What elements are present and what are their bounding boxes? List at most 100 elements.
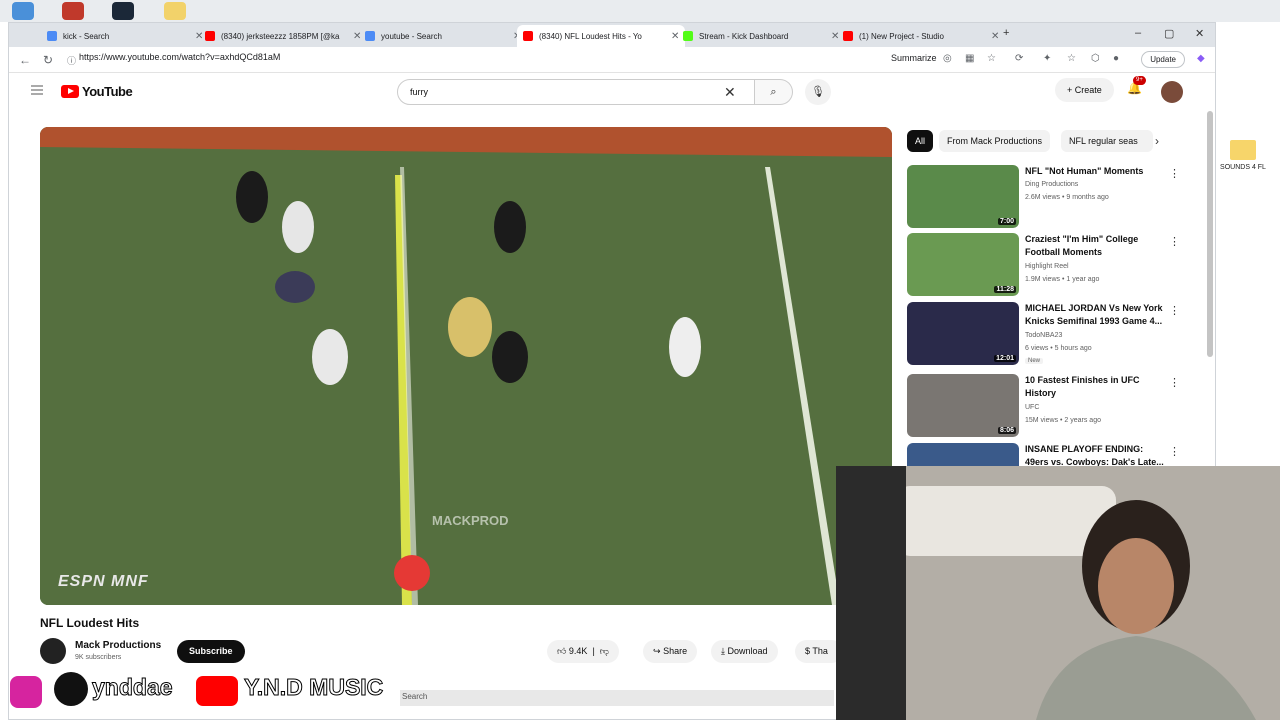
recommendation-item[interactable]: 7:00 NFL "Not Human" Moments Ding Produc…	[907, 165, 1207, 229]
more-options-icon[interactable]: ⋮	[1169, 445, 1180, 458]
voice-search-button[interactable]: 🎙	[805, 79, 831, 105]
like-button[interactable]: 👍︎ 9.4K | 👎︎	[547, 640, 619, 663]
rec-title[interactable]: 10 Fastest Finishes in UFC History	[1025, 374, 1165, 400]
chip-nfl-regular-season[interactable]: NFL regular seas	[1061, 130, 1153, 152]
search-input[interactable]: furry ✕	[397, 79, 755, 105]
thumbs-down-icon[interactable]: 👎︎	[600, 646, 609, 656]
tab-label: (1) New Project - Studio	[859, 31, 944, 41]
studio-favicon-icon	[843, 31, 853, 41]
rec-title[interactable]: Craziest "I'm Him" College Football Mome…	[1025, 233, 1165, 259]
menu-icon[interactable]	[31, 85, 43, 95]
new-badge: New	[1025, 358, 1044, 364]
desktop-folder-label: SOUNDS 4 FL	[1220, 164, 1266, 171]
create-button[interactable]: + Create	[1055, 78, 1114, 102]
download-button[interactable]: ⤓ Download	[711, 640, 778, 663]
tab-label: kick - Search	[63, 31, 110, 41]
mic-icon: 🎙	[811, 86, 825, 98]
desktop-app-icon[interactable]	[62, 2, 84, 20]
clear-search-icon[interactable]: ✕	[724, 84, 736, 101]
share-button[interactable]: ↪ Share	[643, 640, 698, 663]
recommendation-item[interactable]: 12:01 MICHAEL JORDAN Vs New York Knicks …	[907, 302, 1207, 366]
rec-channel[interactable]: Ding Productions	[1025, 181, 1078, 188]
tab-youtube-search[interactable]: youtube - Search ✕	[359, 25, 527, 47]
rec-channel[interactable]: TodoNBA23	[1025, 332, 1062, 339]
rec-channel[interactable]: UFC	[1025, 404, 1039, 411]
video-thumbnail[interactable]: 8:06	[907, 374, 1019, 437]
youtube-favicon-icon	[205, 31, 215, 41]
tab-jerksteezzz[interactable]: (8340) jerksteezzz 1858PM [@ka ✕	[199, 25, 367, 47]
video-thumbnail[interactable]: 7:00	[907, 165, 1019, 228]
channel-name[interactable]: Mack Productions	[75, 640, 161, 651]
recommendation-item[interactable]: 8:06 10 Fastest Finishes in UFC History …	[907, 374, 1207, 438]
duration-badge: 8:06	[997, 427, 1016, 434]
profile-icon[interactable]: ●	[1113, 53, 1119, 64]
tab-new-project-studio[interactable]: (1) New Project - Studio ✕	[837, 25, 1005, 47]
collections-icon[interactable]: ⬡	[1091, 53, 1100, 64]
rec-channel[interactable]: Highlight Reel	[1025, 263, 1069, 270]
new-tab-icon[interactable]: +	[1003, 27, 1009, 39]
recommendation-item[interactable]: 11:28 Craziest "I'm Him" College Footbal…	[907, 233, 1207, 297]
summarize-button[interactable]: Summarize	[891, 53, 937, 63]
maximize-icon[interactable]: ▢	[1164, 27, 1174, 40]
chip-from-channel[interactable]: From Mack Productions	[939, 130, 1051, 152]
rec-meta: 6 views • 5 hours ago	[1025, 345, 1092, 352]
chip-all[interactable]: All	[907, 130, 934, 152]
desktop-app-icon[interactable]	[12, 2, 34, 20]
account-avatar[interactable]	[1161, 81, 1183, 103]
chevron-right-icon[interactable]: ›	[1155, 134, 1159, 148]
tab-kick-dashboard[interactable]: Stream - Kick Dashboard ✕	[677, 25, 845, 47]
video-thumbnail[interactable]: 11:28	[907, 233, 1019, 296]
subscriber-count: 9K subscribers	[75, 654, 122, 661]
tab-strip: kick - Search ✕ (8340) jerksteezzz 1858P…	[9, 23, 1215, 47]
youtube-logo-icon[interactable]	[61, 85, 79, 98]
address-bar: ← ↻ ⓘ https://www.youtube.com/watch?v=ax…	[9, 47, 1215, 73]
video-frame	[40, 127, 892, 605]
favorites-icon[interactable]: ☆	[1067, 53, 1076, 64]
pylon-marker	[394, 555, 430, 591]
tab-kick-search[interactable]: kick - Search ✕	[41, 25, 209, 47]
apps-icon[interactable]: ▦	[965, 53, 974, 64]
back-icon[interactable]: ←	[19, 53, 31, 67]
webcam-overlay	[836, 466, 1280, 720]
refresh-ext-icon[interactable]: ⟳	[1015, 53, 1023, 64]
youtube-logo-text[interactable]: YouTube	[82, 84, 133, 99]
share-label: Share	[663, 646, 688, 656]
more-options-icon[interactable]: ⋮	[1169, 376, 1180, 389]
more-options-icon[interactable]: ⋮	[1169, 235, 1180, 248]
video-thumbnail[interactable]: 12:01	[907, 302, 1019, 365]
translate-icon[interactable]: ◎	[943, 53, 952, 64]
taskbar: Search	[400, 690, 834, 706]
taskbar-search[interactable]: Search	[402, 692, 427, 701]
search-favicon-icon	[365, 31, 375, 41]
bookmark-star-icon[interactable]: ☆	[987, 53, 996, 64]
page-scrollbar[interactable]	[1207, 111, 1213, 357]
rec-meta: 1.9M views • 1 year ago	[1025, 276, 1100, 283]
update-button[interactable]: Update	[1141, 51, 1185, 68]
url-field[interactable]: https://www.youtube.com/watch?v=axhdQCd8…	[79, 52, 280, 62]
extensions-icon[interactable]: ✦	[1043, 53, 1051, 64]
channel-avatar[interactable]	[40, 638, 66, 664]
video-title: NFL Loudest Hits	[40, 616, 140, 630]
duration-badge: 11:28	[994, 286, 1016, 293]
duration-badge: 7:00	[997, 218, 1016, 225]
desktop-folder[interactable]: SOUNDS 4 FL	[1218, 140, 1268, 171]
steam-icon[interactable]	[112, 2, 134, 20]
video-player[interactable]: MACKPROD ESPN MNF	[40, 127, 892, 605]
close-window-icon[interactable]: ✕	[1195, 27, 1204, 40]
subscribe-button[interactable]: Subscribe	[177, 640, 245, 663]
folder-icon[interactable]	[164, 2, 186, 20]
minimize-icon[interactable]: –	[1135, 27, 1141, 39]
rec-title[interactable]: NFL "Not Human" Moments	[1025, 165, 1165, 178]
search-button[interactable]: ⌕	[755, 79, 793, 105]
tab-label: (8340) NFL Loudest Hits - Yo	[539, 31, 642, 41]
desktop-top-strip	[0, 0, 1280, 22]
copilot-icon[interactable]: ◆	[1197, 53, 1205, 64]
reload-icon[interactable]: ↻	[43, 53, 53, 67]
close-icon[interactable]: ✕	[991, 31, 999, 42]
tab-nfl-loudest-hits[interactable]: (8340) NFL Loudest Hits - Yo ✕	[517, 25, 686, 47]
rec-title[interactable]: MICHAEL JORDAN Vs New York Knicks Semifi…	[1025, 302, 1165, 328]
more-options-icon[interactable]: ⋮	[1169, 167, 1180, 180]
more-options-icon[interactable]: ⋮	[1169, 304, 1180, 317]
search-icon: ⌕	[770, 86, 777, 98]
site-info-icon[interactable]: ⓘ	[67, 54, 76, 67]
